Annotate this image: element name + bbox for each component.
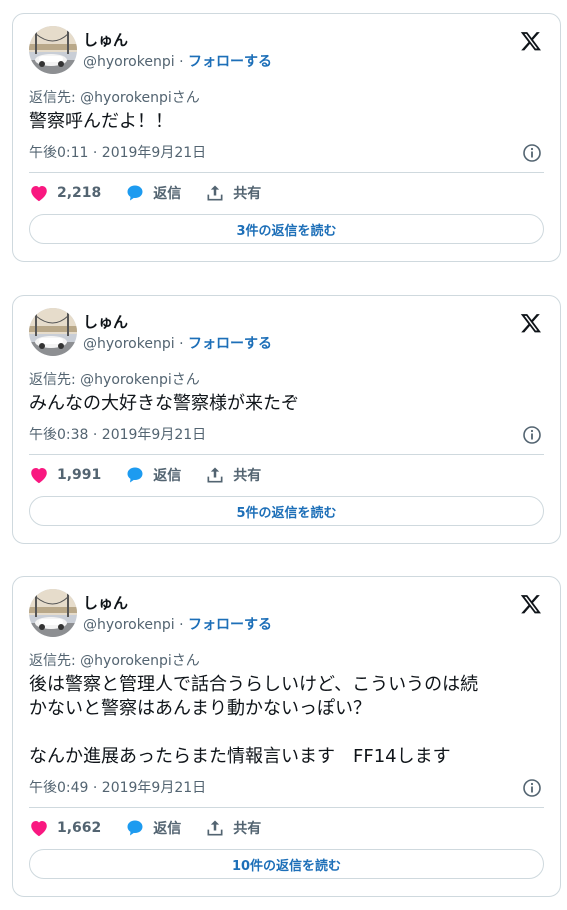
divider (29, 807, 544, 808)
heart-icon (31, 186, 47, 202)
reply-to[interactable]: 返信先: @hyorokenpiさん (29, 370, 200, 390)
tweet-card-1: しゅん @hyorokenpi · フォローする 返信先: @hyorokenp… (12, 13, 561, 262)
share-icon (207, 820, 223, 836)
share-icon (207, 467, 223, 483)
reply-bubble-icon (127, 820, 143, 836)
tweet-card-3: しゅん @hyorokenpi · フォローする 返信先: @hyorokenp… (12, 576, 561, 897)
read-replies-button[interactable]: 10件の返信を読む (29, 849, 544, 879)
separator: · (179, 336, 184, 352)
tweet-text: 警察呼んだよ！！ (29, 111, 173, 132)
action-bar: 2,218 返信 共有 (29, 182, 285, 204)
share-icon (207, 185, 223, 201)
separator: · (179, 617, 184, 633)
heart-icon (31, 821, 47, 837)
like-button[interactable]: 1,991 (29, 466, 101, 484)
reply-label: 返信 (153, 821, 182, 837)
reply-bubble-icon (127, 467, 143, 483)
handle-line: @hyorokenpi · フォローする (83, 334, 272, 354)
action-bar: 1,991 返信 共有 (29, 464, 285, 486)
heart-icon (31, 468, 47, 484)
divider (29, 454, 544, 455)
share-button[interactable]: 共有 (205, 465, 261, 485)
avatar[interactable] (29, 589, 77, 637)
timestamp[interactable]: 午後0:38 · 2019年9月21日 (29, 425, 206, 445)
reply-bubble-icon (127, 185, 143, 201)
handle-line: @hyorokenpi · フォローする (83, 52, 272, 72)
x-logo-icon[interactable] (520, 30, 542, 52)
separator: · (179, 54, 184, 70)
like-button[interactable]: 2,218 (29, 184, 101, 202)
like-count: 1,662 (57, 820, 102, 836)
info-icon[interactable] (522, 143, 542, 163)
user-handle[interactable]: @hyorokenpi (83, 54, 175, 70)
tweet-card-2: しゅん @hyorokenpi · フォローする 返信先: @hyorokenp… (12, 295, 561, 544)
share-label: 共有 (233, 821, 262, 837)
read-replies-button[interactable]: 3件の返信を読む (29, 214, 544, 244)
action-bar: 1,662 返信 共有 (29, 817, 285, 839)
user-handle[interactable]: @hyorokenpi (83, 336, 175, 352)
divider (29, 172, 544, 173)
display-name[interactable]: しゅん (83, 593, 128, 613)
reply-button[interactable]: 返信 (125, 183, 181, 203)
share-button[interactable]: 共有 (205, 818, 261, 838)
follow-button[interactable]: フォローする (188, 54, 272, 70)
share-label: 共有 (233, 468, 262, 484)
info-icon[interactable] (522, 778, 542, 798)
reply-to[interactable]: 返信先: @hyorokenpiさん (29, 651, 200, 671)
reply-button[interactable]: 返信 (125, 465, 181, 485)
info-icon[interactable] (522, 425, 542, 445)
reply-label: 返信 (153, 468, 182, 484)
avatar[interactable] (29, 308, 77, 356)
reply-label: 返信 (153, 186, 182, 202)
share-label: 共有 (233, 186, 262, 202)
reply-to[interactable]: 返信先: @hyorokenpiさん (29, 88, 200, 108)
read-replies-button[interactable]: 5件の返信を読む (29, 496, 544, 526)
timestamp[interactable]: 午後0:49 · 2019年9月21日 (29, 778, 206, 798)
x-logo-icon[interactable] (520, 312, 542, 334)
display-name[interactable]: しゅん (83, 312, 128, 332)
avatar[interactable] (29, 26, 77, 74)
like-count: 2,218 (57, 185, 102, 201)
handle-line: @hyorokenpi · フォローする (83, 615, 272, 635)
tweet-text: 後は警察と管理人で話合うらしいけど、こういうのは続 かないと警察はあんまり動かな… (29, 674, 479, 767)
follow-button[interactable]: フォローする (188, 617, 272, 633)
tweet-text: みんなの大好きな警察様が来たぞ (29, 393, 299, 414)
x-logo-icon[interactable] (520, 593, 542, 615)
follow-button[interactable]: フォローする (188, 336, 272, 352)
like-count: 1,991 (57, 467, 102, 483)
timestamp[interactable]: 午後0:11 · 2019年9月21日 (29, 143, 206, 163)
reply-button[interactable]: 返信 (125, 818, 181, 838)
share-button[interactable]: 共有 (205, 183, 261, 203)
display-name[interactable]: しゅん (83, 30, 128, 50)
like-button[interactable]: 1,662 (29, 819, 101, 837)
user-handle[interactable]: @hyorokenpi (83, 617, 175, 633)
